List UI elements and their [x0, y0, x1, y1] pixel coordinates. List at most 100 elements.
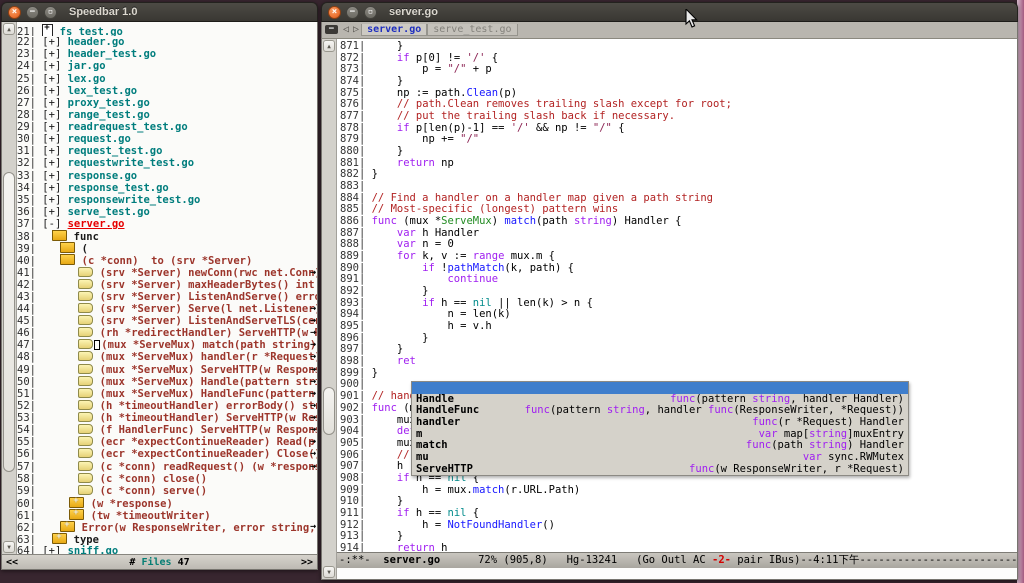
- speedbar-item-label[interactable]: sniff.go: [68, 545, 119, 554]
- speedbar-item[interactable]: 21| + fs_test.go: [17, 24, 317, 36]
- speedbar-item[interactable]: 50| (mux *ServeMux) Handle(pattern strin…: [17, 376, 317, 388]
- speedbar-item-label[interactable]: header.go: [68, 36, 125, 48]
- speedbar-item-label[interactable]: (c *conn) serve(): [100, 485, 207, 497]
- speedbar-item[interactable]: 34| [+] response_test.go: [17, 182, 317, 194]
- tag-icon[interactable]: [78, 267, 93, 277]
- speedbar-item[interactable]: 63| + type: [17, 533, 317, 545]
- speedbar-item-label[interactable]: (mux *ServeMux) handler(r *Request) H: [100, 351, 317, 363]
- speedbar-item[interactable]: 25| [+] lex.go: [17, 73, 317, 85]
- closed-folder-icon[interactable]: +: [60, 521, 75, 532]
- code-line[interactable]: 881| return np: [340, 158, 1017, 170]
- tag-icon[interactable]: [78, 461, 93, 471]
- speedbar-item[interactable]: 62| + Error(w ResponseWriter, error stri…: [17, 521, 317, 533]
- expand-icon[interactable]: [+]: [42, 545, 61, 554]
- code-line[interactable]: 882| }: [340, 169, 1017, 181]
- scrollbar-thumb[interactable]: [323, 387, 335, 435]
- speedbar-item[interactable]: 27| [+] proxy_test.go: [17, 97, 317, 109]
- minimize-icon[interactable]: −: [26, 6, 39, 19]
- code-line[interactable]: 896| }: [340, 333, 1017, 345]
- speedbar-item-label[interactable]: request_test.go: [68, 145, 163, 157]
- scroll-down-icon[interactable]: ▼: [3, 541, 15, 553]
- tag-icon[interactable]: [78, 327, 93, 337]
- speedbar-item-label[interactable]: (ecr *expectContinueReader) Read(p []: [100, 436, 317, 448]
- speedbar-item[interactable]: 49| (mux *ServeMux) ServeHTTP(w Response…: [17, 364, 317, 376]
- tag-icon[interactable]: [78, 424, 93, 434]
- expand-icon[interactable]: [+]: [42, 109, 61, 121]
- expand-icon[interactable]: [+]: [42, 194, 61, 206]
- speedbar-item-label[interactable]: (srv *Server) Serve(l net.Listener) e: [100, 303, 317, 315]
- tag-icon[interactable]: [78, 339, 93, 349]
- speedbar-item-label[interactable]: (mux *ServeMux) match(path string) Ha: [101, 339, 317, 351]
- speedbar-item-label[interactable]: (c *conn) readRequest() (w *response,: [100, 461, 317, 473]
- speedbar-item-label[interactable]: Error(w ResponseWriter, error string, c: [82, 522, 317, 533]
- close-icon[interactable]: ×: [8, 6, 21, 19]
- code-line[interactable]: 914| return h: [340, 543, 1017, 552]
- open-folder-icon[interactable]: [52, 230, 67, 241]
- speedbar-item-label[interactable]: (: [82, 243, 88, 254]
- code-line[interactable]: 897| }: [340, 344, 1017, 356]
- minimize-icon[interactable]: −: [346, 6, 359, 19]
- scroll-left-control[interactable]: <<: [6, 557, 18, 568]
- speedbar-item[interactable]: 61| + (tw *timeoutWriter): [17, 509, 317, 521]
- speedbar-item-label[interactable]: (h *timeoutHandler) errorBody() strin: [100, 400, 317, 412]
- speedbar-item-label[interactable]: responsewrite_test.go: [68, 194, 201, 206]
- tag-icon[interactable]: [78, 303, 93, 313]
- scroll-down-icon[interactable]: ▼: [323, 566, 335, 578]
- speedbar-item[interactable]: 23| [+] header_test.go: [17, 48, 317, 60]
- speedbar-item[interactable]: 59| (c *conn) serve(): [17, 485, 317, 497]
- speedbar-item-label[interactable]: fs_test.go: [60, 26, 123, 36]
- speedbar-item-label[interactable]: request.go: [68, 133, 131, 145]
- speedbar-item-label[interactable]: lex_test.go: [68, 85, 138, 97]
- tag-icon[interactable]: [78, 436, 93, 446]
- expand-icon[interactable]: [+]: [42, 133, 61, 145]
- speedbar-item[interactable]: 33| [+] response.go: [17, 170, 317, 182]
- code-line[interactable]: 879| np += "/": [340, 134, 1017, 146]
- speedbar-item[interactable]: 40| (c *conn) to (srv *Server): [17, 254, 317, 266]
- scroll-right-control[interactable]: >>: [301, 557, 313, 568]
- speedbar-item[interactable]: 43| (srv *Server) ListenAndServe() error: [17, 291, 317, 303]
- speedbar-item-label[interactable]: proxy_test.go: [68, 97, 150, 109]
- tag-icon[interactable]: [78, 291, 93, 301]
- speedbar-item-label[interactable]: (ecr *expectContinueReader) Close() e: [100, 448, 317, 460]
- expand-icon[interactable]: [+]: [42, 97, 61, 109]
- tag-icon[interactable]: [78, 473, 93, 483]
- speedbar-item-label[interactable]: (mux *ServeMux) HandleFunc(pattern st: [100, 388, 317, 400]
- speedbar-item-label[interactable]: jar.go: [68, 60, 106, 72]
- open-folder-icon[interactable]: [60, 254, 75, 265]
- speedbar-item[interactable]: 30| [+] request.go: [17, 133, 317, 145]
- speedbar-item[interactable]: 39| (: [17, 242, 317, 254]
- speedbar-item[interactable]: 35| [+] responsewrite_test.go: [17, 194, 317, 206]
- tab-scroll-left-icon[interactable]: ◁: [341, 22, 351, 38]
- speedbar-item-label[interactable]: serve_test.go: [68, 206, 150, 218]
- speedbar-item[interactable]: 26| [+] lex_test.go: [17, 85, 317, 97]
- speedbar-item[interactable]: 64| [+] sniff.go: [17, 545, 317, 554]
- speedbar-item-label[interactable]: (f HandlerFunc) ServeHTTP(w ResponseW: [100, 424, 317, 436]
- scrollbar-thumb[interactable]: [3, 172, 15, 472]
- expand-icon[interactable]: [+]: [42, 170, 61, 182]
- minibuffer[interactable]: [337, 568, 1017, 579]
- expand-icon[interactable]: [+]: [42, 145, 61, 157]
- expand-icon[interactable]: [+]: [42, 60, 61, 72]
- closed-folder-icon[interactable]: +: [52, 533, 67, 544]
- tag-icon[interactable]: [78, 485, 93, 495]
- tag-icon[interactable]: [78, 448, 93, 458]
- tab-server-go[interactable]: server.go: [361, 24, 427, 36]
- speedbar-item-label[interactable]: (mux *ServeMux) ServeHTTP(w ResponseW: [100, 364, 317, 376]
- speedbar-item[interactable]: 52| (h *timeoutHandler) errorBody() stri…: [17, 400, 317, 412]
- speedbar-item-label[interactable]: (srv *Server) ListenAndServeTLS(certF: [100, 315, 317, 327]
- speedbar-item[interactable]: 56| (ecr *expectContinueReader) Close() …: [17, 448, 317, 460]
- closed-folder-icon[interactable]: +: [69, 509, 84, 520]
- code-line[interactable]: 891| continue: [340, 274, 1017, 286]
- code-line[interactable]: 873| p = "/" + p: [340, 64, 1017, 76]
- expand-icon[interactable]: [+]: [42, 85, 61, 97]
- expand-icon[interactable]: [+]: [42, 48, 61, 60]
- speedbar-item[interactable]: 58| (c *conn) close(): [17, 473, 317, 485]
- speedbar-item[interactable]: 54| (f HandlerFunc) ServeHTTP(w Response…: [17, 424, 317, 436]
- speedbar-item-label[interactable]: (w *response): [91, 498, 173, 509]
- completion-candidate[interactable]: ServeHTTPfunc(w ResponseWriter, r *Reque…: [412, 464, 908, 476]
- speedbar-item[interactable]: 38| func: [17, 230, 317, 242]
- tag-icon[interactable]: [78, 351, 93, 361]
- speedbar-item[interactable]: 37| [-] server.go: [17, 218, 317, 230]
- speedbar-item-label[interactable]: (h *timeoutHandler) ServeHTTP(w Respo: [100, 412, 317, 424]
- speedbar-item-label[interactable]: (mux *ServeMux) Handle(pattern string: [100, 376, 317, 388]
